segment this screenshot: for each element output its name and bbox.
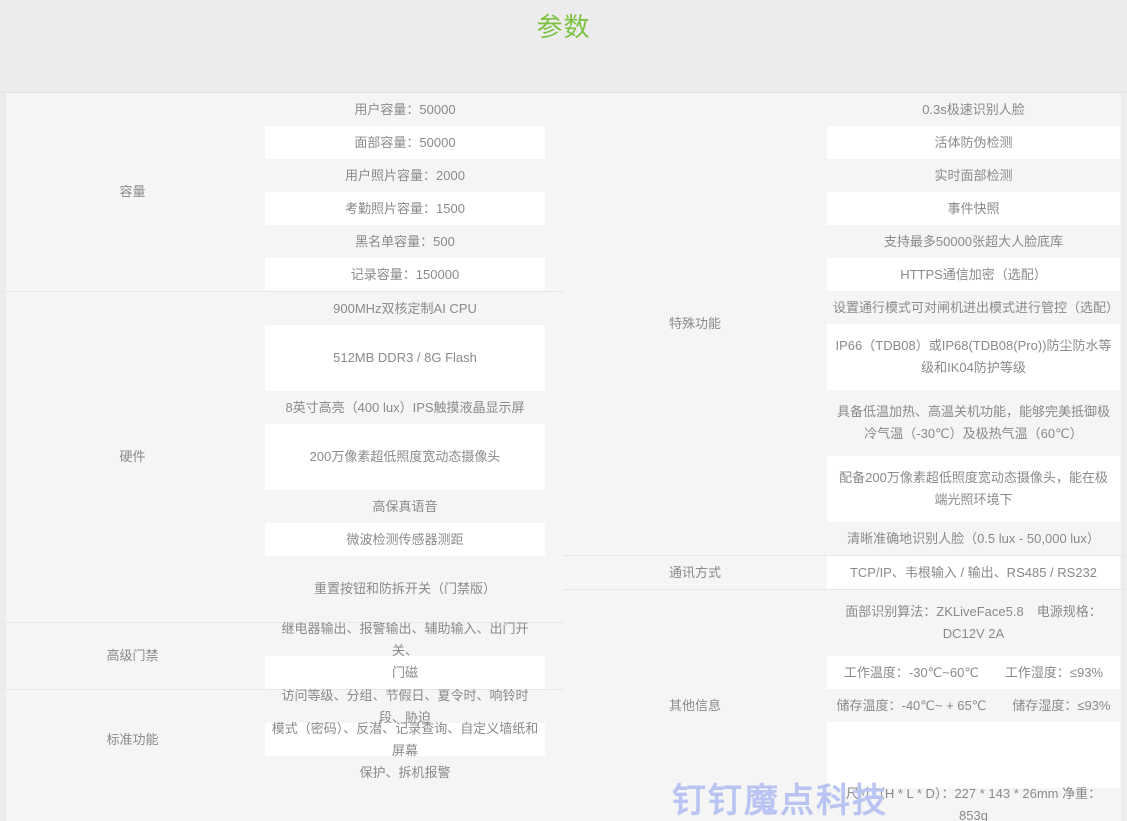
spec-group-values: TCP/IP、韦根输入 / 输出、RS485 / RS232 xyxy=(827,556,1120,589)
spec-group: 容量 用户容量：50000 面部容量：50000 用户照片容量：2000 考勤照片容量：… xyxy=(0,93,563,291)
spec-group: 高级门禁 继电器输出、报警输出、辅助输入、出门开关、 门磁 xyxy=(0,620,563,689)
spec-group: 通讯方式 TCP/IP、韦根输入 / 输出、RS485 / RS232 xyxy=(563,555,1127,589)
specifications-board: 容量 用户容量：50000 面部容量：50000 用户照片容量：2000 考勤照片容量：… xyxy=(0,92,1127,821)
spec-row: 清晰准确地识别人脸（0.5 lux - 50,000 lux） xyxy=(847,530,1100,546)
spec-group-label: 容量 xyxy=(119,184,146,199)
spec-row: 储存温度：-40℃~ + 65℃ 储存湿度：≤93% xyxy=(836,697,1111,713)
spec-row: 重置按钮和防拆开关（门禁版） xyxy=(313,581,496,596)
spec-row: 面部识别算法：ZKLiveFace5.8 电源规格：DC12V 2A xyxy=(845,604,1102,641)
spec-group-label: 高级门禁 xyxy=(106,648,159,663)
spec-group: 其他信息 面部识别算法：ZKLiveFace5.8 电源规格：DC12V 2A 工作… xyxy=(563,589,1127,821)
spec-group-label: 标准功能 xyxy=(106,731,159,747)
spec-row: 设置通行模式可对闸机进出模式进行管控（选配） xyxy=(833,299,1120,315)
spec-group: 硬件 900MHz双核定制AI CPU 512MB DDR3 / 8G Flash 8… xyxy=(0,291,563,622)
spec-row: 支持最多50000张超大人脸底库 xyxy=(883,233,1064,249)
spec-row: 保护、拆机报警 xyxy=(359,764,451,780)
spec-group-label: 特殊功能 xyxy=(668,316,721,331)
spec-row: 黑名单容量：500 xyxy=(355,233,455,249)
spec-group-values: 面部识别算法：ZKLiveFace5.8 电源规格：DC12V 2A 工作温度：-… xyxy=(827,590,1120,821)
spec-row: 配备200万像素超低照度宽动态摄像头，能在极端光照环境下 xyxy=(827,456,1120,522)
spec-row: 900MHz双核定制AI CPU xyxy=(333,300,477,316)
spec-row: 200万像素超低照度宽动态摄像头 xyxy=(265,424,545,490)
spec-group-values: 用户容量：50000 面部容量：50000 用户照片容量：2000 考勤照片容量：15… xyxy=(265,93,545,291)
spec-group-label: 硬件 xyxy=(119,449,146,464)
spec-row: 实时面部检测 xyxy=(934,167,1013,183)
spec-row xyxy=(827,722,1120,788)
spec-row: 512MB DDR3 / 8G Flash xyxy=(265,325,545,391)
spec-group-values: 访问等级、分组、节假日、夏令时、响铃时段、胁迫 模式（密码）、反潜、记录查询、自定… xyxy=(265,688,545,789)
spec-row: TCP/IP、韦根输入 / 输出、RS485 / RS232 xyxy=(827,556,1120,589)
spec-row: 用户照片容量：2000 xyxy=(345,167,465,183)
spec-row: 高保真语音 xyxy=(372,498,438,514)
page-title: 参数 xyxy=(536,12,591,42)
spec-row: 用户容量：50000 xyxy=(354,101,456,117)
spec-group-label: 其他信息 xyxy=(668,697,721,713)
spec-row: 记录容量：150000 xyxy=(265,258,545,291)
spec-row: 事件快照 xyxy=(827,192,1120,225)
spec-panel-right: 特殊功能 0.3s极速识别人脸活体防伪检测实时面部检测事件快照支持最多50000张… xyxy=(563,93,1127,821)
spec-row: 尺寸（H * L * D）：227 * 143 * 26mm 净重：853g xyxy=(845,785,1102,821)
spec-group-values: 0.3s极速识别人脸活体防伪检测实时面部检测事件快照支持最多50000张超大人脸… xyxy=(827,93,1120,555)
spec-row: 模式（密码）、反潜、记录查询、自定义墙纸和屏幕 xyxy=(265,721,545,758)
spec-group-label: 通讯方式 xyxy=(668,564,721,580)
spec-row: 具备低温加热、高温关机功能，能够完美抵御极冷气温（-30℃）及极热气温（60℃） xyxy=(836,404,1110,441)
spec-row: IP66（TDB08）或IP68(TDB08(Pro))防尘防水等级和IK04防… xyxy=(827,324,1120,390)
spec-group-values: 900MHz双核定制AI CPU 512MB DDR3 / 8G Flash 8英寸… xyxy=(265,292,545,622)
spec-group-values: 继电器输出、报警输出、辅助输入、出门开关、 门磁 xyxy=(265,620,545,689)
spec-row: 工作温度：-30℃~60℃ 工作湿度：≤93% xyxy=(827,656,1120,689)
spec-row: 面部容量：50000 xyxy=(265,126,545,159)
spec-group: 特殊功能 0.3s极速识别人脸活体防伪检测实时面部检测事件快照支持最多50000张… xyxy=(563,93,1127,555)
spec-row: 继电器输出、报警输出、辅助输入、出门开关、 xyxy=(281,620,529,658)
spec-row: 0.3s极速识别人脸 xyxy=(922,101,1025,117)
spec-panel-left: 容量 用户容量：50000 面部容量：50000 用户照片容量：2000 考勤照片容量：… xyxy=(0,93,563,789)
spec-row: HTTPS通信加密（选配） xyxy=(827,258,1120,291)
spec-row: 微波检测传感器测距 xyxy=(265,523,545,556)
spec-row: 8英寸高亮（400 lux）IPS触摸液晶显示屏 xyxy=(285,399,525,415)
spec-row: 考勤照片容量：1500 xyxy=(265,192,545,225)
spec-row: 活体防伪检测 xyxy=(827,126,1120,159)
page-header: 参数 xyxy=(0,0,1127,92)
spec-group: 标准功能 访问等级、分组、节假日、夏令时、响铃时段、胁迫 模式（密码）、反潜、记录查… xyxy=(0,688,563,789)
